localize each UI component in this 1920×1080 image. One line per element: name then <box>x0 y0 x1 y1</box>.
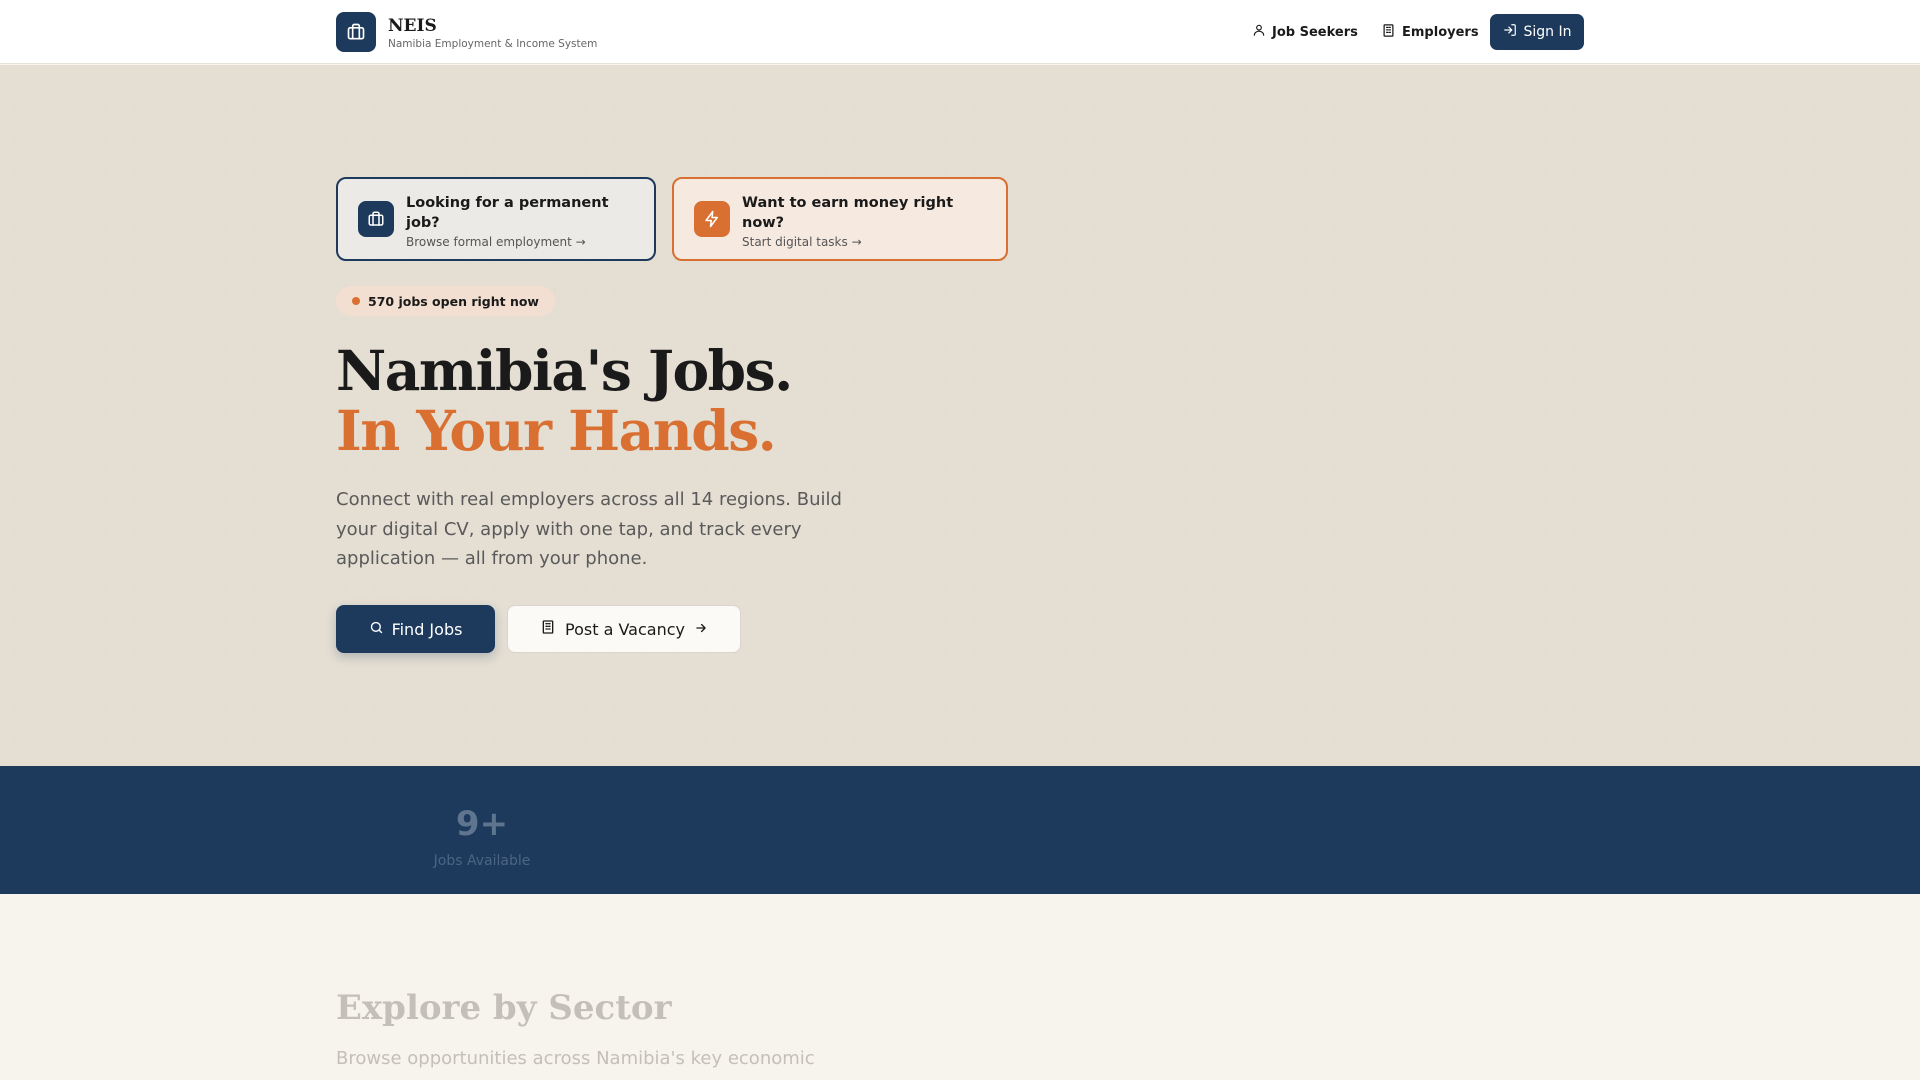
building-icon <box>540 619 556 639</box>
search-icon <box>369 620 384 639</box>
permanent-job-title: Looking for a permanent job? <box>406 195 609 231</box>
find-jobs-button[interactable]: Find Jobs <box>336 605 495 653</box>
sign-in-button[interactable]: Sign In <box>1490 14 1584 50</box>
sector-section-title: Explore by Sector <box>336 988 672 1028</box>
logo-icon[interactable] <box>336 12 376 52</box>
top-header: NEIS Namibia Employment & Income System … <box>0 0 1920 64</box>
sign-in-label: Sign In <box>1523 24 1572 40</box>
find-jobs-label: Find Jobs <box>391 619 463 639</box>
log-in-icon <box>1503 23 1517 41</box>
permanent-job-card[interactable]: Looking for a permanent job? Browse form… <box>336 177 656 261</box>
digital-tasks-title: Want to earn money right now? <box>742 195 954 231</box>
jobs-available-value: 9+ <box>455 804 509 844</box>
lightning-icon <box>694 201 730 237</box>
permanent-job-subtitle: Browse formal employment → <box>406 235 586 249</box>
hero-section: Looking for a permanent job? Browse form… <box>0 65 1920 766</box>
briefcase-icon <box>358 201 394 237</box>
post-vacancy-button[interactable]: Post a Vacancy <box>507 605 741 653</box>
status-dot-icon <box>352 297 360 305</box>
sector-section-description: Browse opportunities across Namibia's ke… <box>336 1048 815 1080</box>
stats-band: 9+ Jobs Available <box>0 766 1920 894</box>
nav-employers-label: Employers <box>1402 24 1479 40</box>
hero-description: Connect with real employers across all 1… <box>336 489 842 569</box>
digital-tasks-subtitle: Start digital tasks → <box>742 235 862 249</box>
arrow-right-icon <box>694 620 708 639</box>
digital-tasks-card[interactable]: Want to earn money right now? Start digi… <box>672 177 1008 261</box>
brand-subtitle: Namibia Employment & Income System <box>388 38 598 50</box>
brand-name[interactable]: NEIS <box>388 16 437 36</box>
building-icon <box>1381 23 1396 42</box>
jobs-available-label: Jobs Available <box>433 853 531 869</box>
hero-title-line2: In Your Hands. <box>336 398 777 463</box>
open-jobs-badge: 570 jobs open right now <box>336 286 555 316</box>
digital-tasks-card-text: Want to earn money right now? Start digi… <box>742 193 986 249</box>
post-vacancy-label: Post a Vacancy <box>565 619 685 639</box>
nav-job-seekers-label: Job Seekers <box>1272 24 1358 40</box>
permanent-job-card-text: Looking for a permanent job? Browse form… <box>406 193 634 249</box>
hero-title-line1: Namibia's Jobs. <box>336 338 793 403</box>
nav-job-seekers[interactable]: Job Seekers <box>1252 20 1358 44</box>
user-icon <box>1252 23 1266 41</box>
plus-pattern-background <box>0 65 1920 766</box>
nav-employers[interactable]: Employers <box>1381 20 1479 44</box>
open-jobs-label: 570 jobs open right now <box>368 293 539 309</box>
